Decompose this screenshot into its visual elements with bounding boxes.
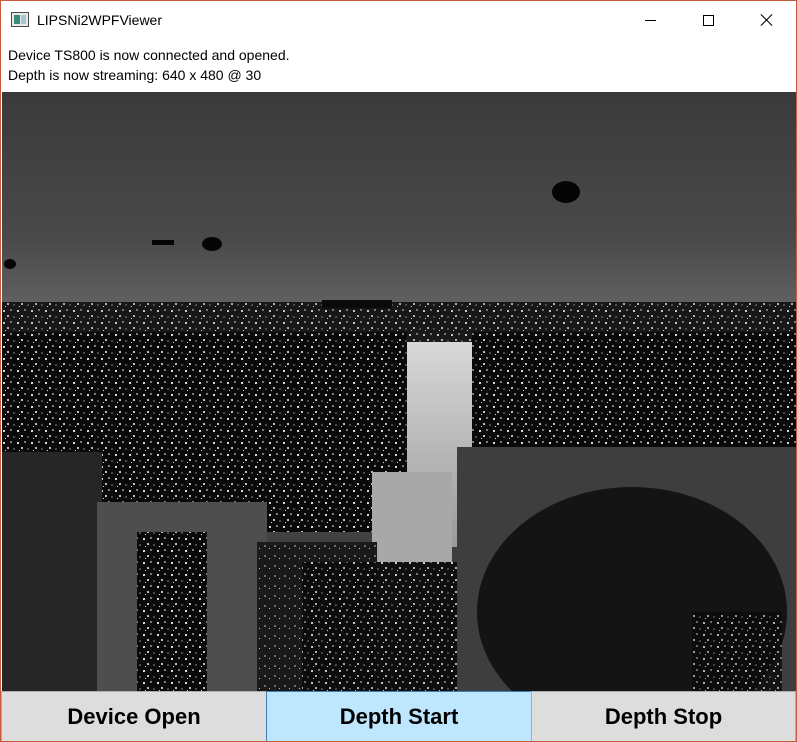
minimize-button[interactable] xyxy=(621,1,679,39)
button-row: Device Open Depth Start Depth Stop xyxy=(1,691,796,741)
status-streaming: Depth is now streaming: 640 x 480 @ 30 xyxy=(8,67,262,83)
depth-image-view xyxy=(2,92,796,691)
close-icon xyxy=(760,13,774,27)
title-bar[interactable]: LIPSNi2WPFViewer xyxy=(1,1,796,39)
window-title: LIPSNi2WPFViewer xyxy=(37,12,163,28)
depth-image xyxy=(2,92,796,691)
app-icon xyxy=(11,12,29,27)
depth-stop-button[interactable]: Depth Stop xyxy=(531,691,796,741)
app-window: LIPSNi2WPFViewer Device TS800 is now con… xyxy=(0,0,797,742)
maximize-button[interactable] xyxy=(679,1,737,39)
device-open-button[interactable]: Device Open xyxy=(1,691,267,741)
maximize-icon xyxy=(702,14,714,26)
status-connection: Device TS800 is now connected and opened… xyxy=(8,47,290,63)
depth-start-button[interactable]: Depth Start xyxy=(266,691,532,741)
minimize-icon xyxy=(644,19,656,21)
close-button[interactable] xyxy=(738,1,796,39)
